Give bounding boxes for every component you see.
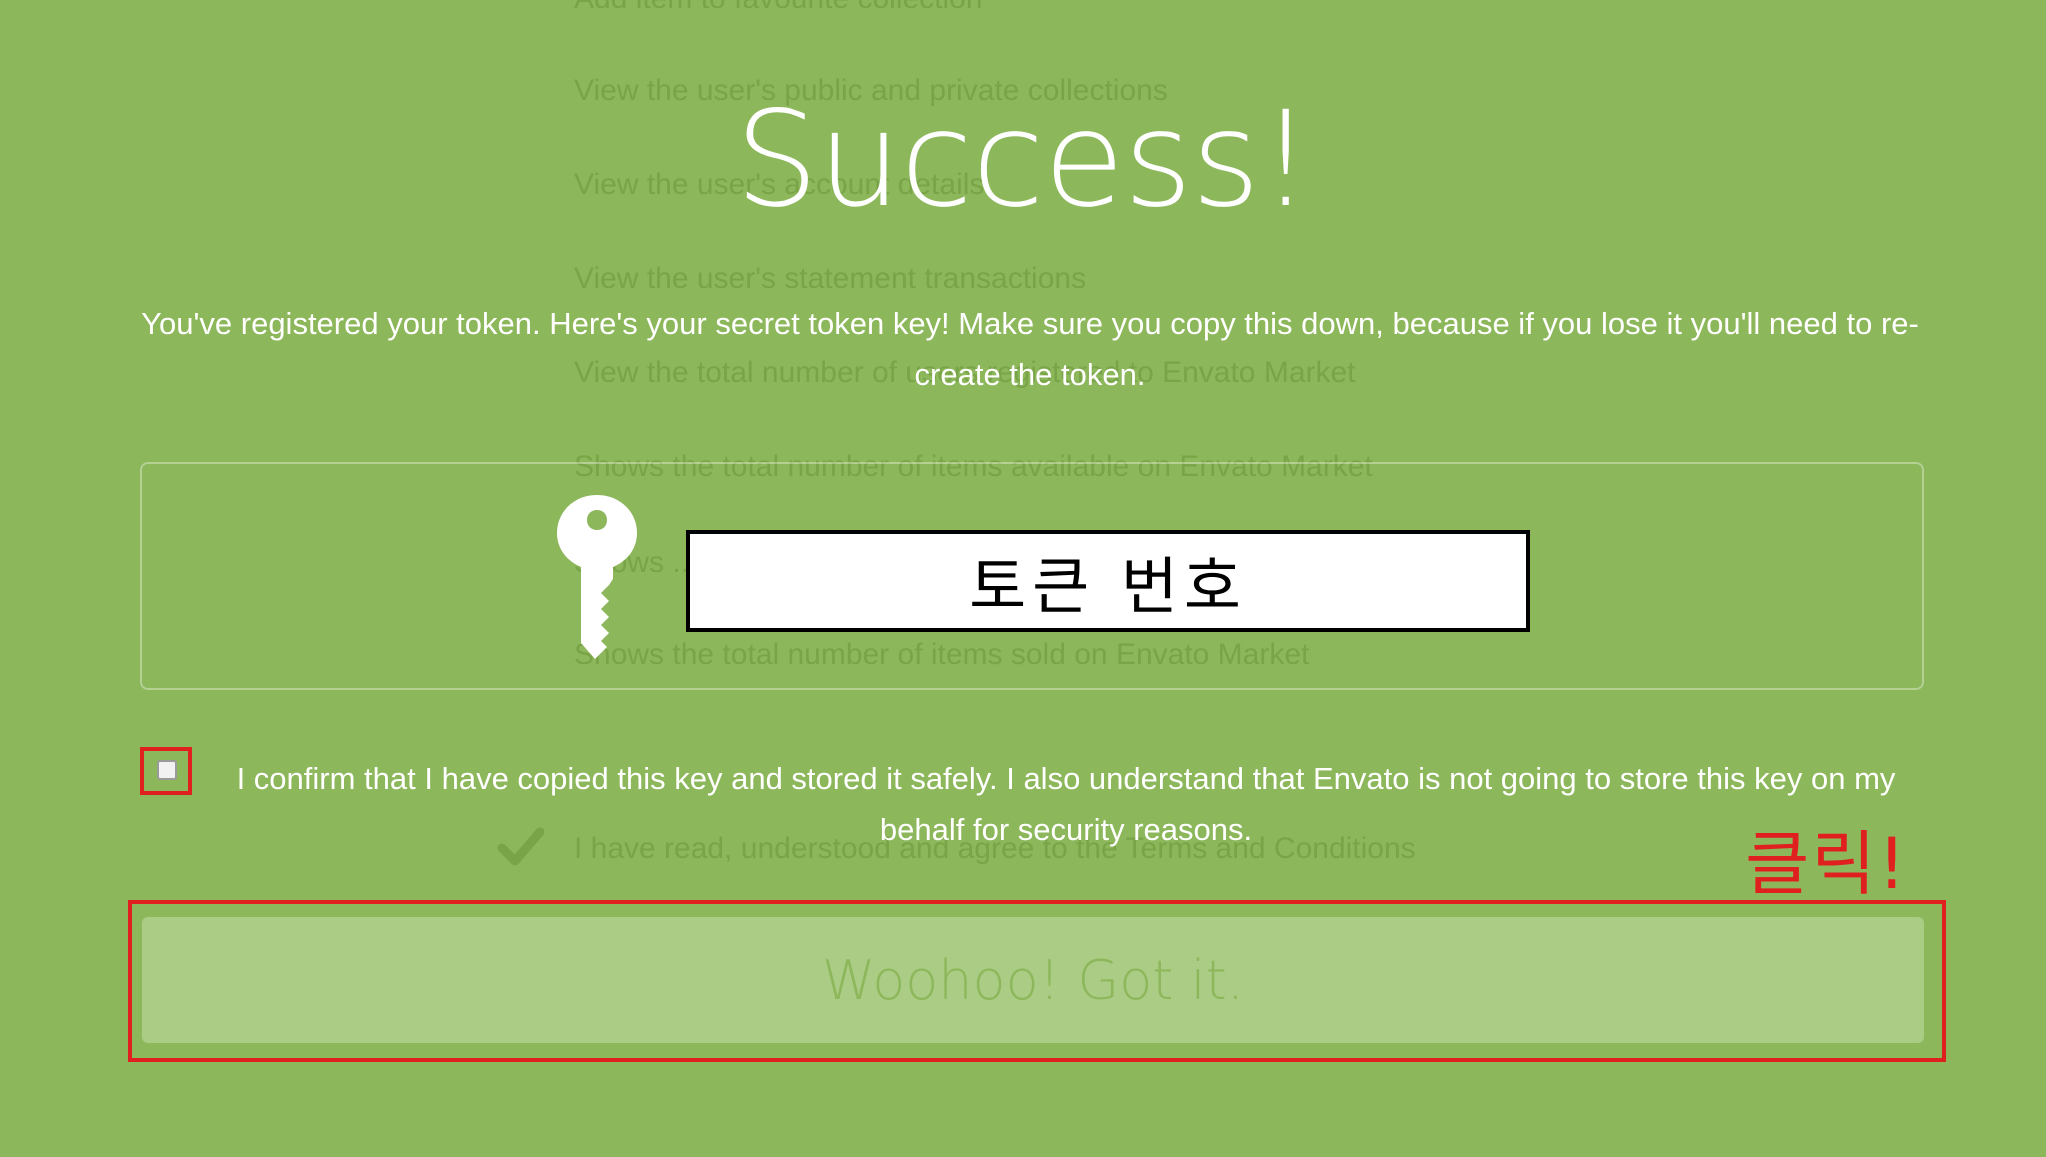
success-title: Success! xyxy=(734,83,1312,237)
token-description: You've registered your token. Here's you… xyxy=(141,306,1919,392)
bg-permission-item: Add item to favourite collection xyxy=(574,0,983,16)
got-it-button[interactable]: Woohoo! Got it. xyxy=(142,917,1924,1043)
bg-permission-item: View the user's statement transactions xyxy=(574,262,1087,295)
key-icon xyxy=(557,495,637,659)
token-key-field[interactable]: 토큰 번호 xyxy=(686,530,1530,632)
confirm-checkbox-label[interactable]: I confirm that I have copied this key an… xyxy=(196,753,1936,855)
click-annotation-label: 클릭! xyxy=(1745,823,1908,905)
confirm-checkbox[interactable] xyxy=(157,760,177,780)
